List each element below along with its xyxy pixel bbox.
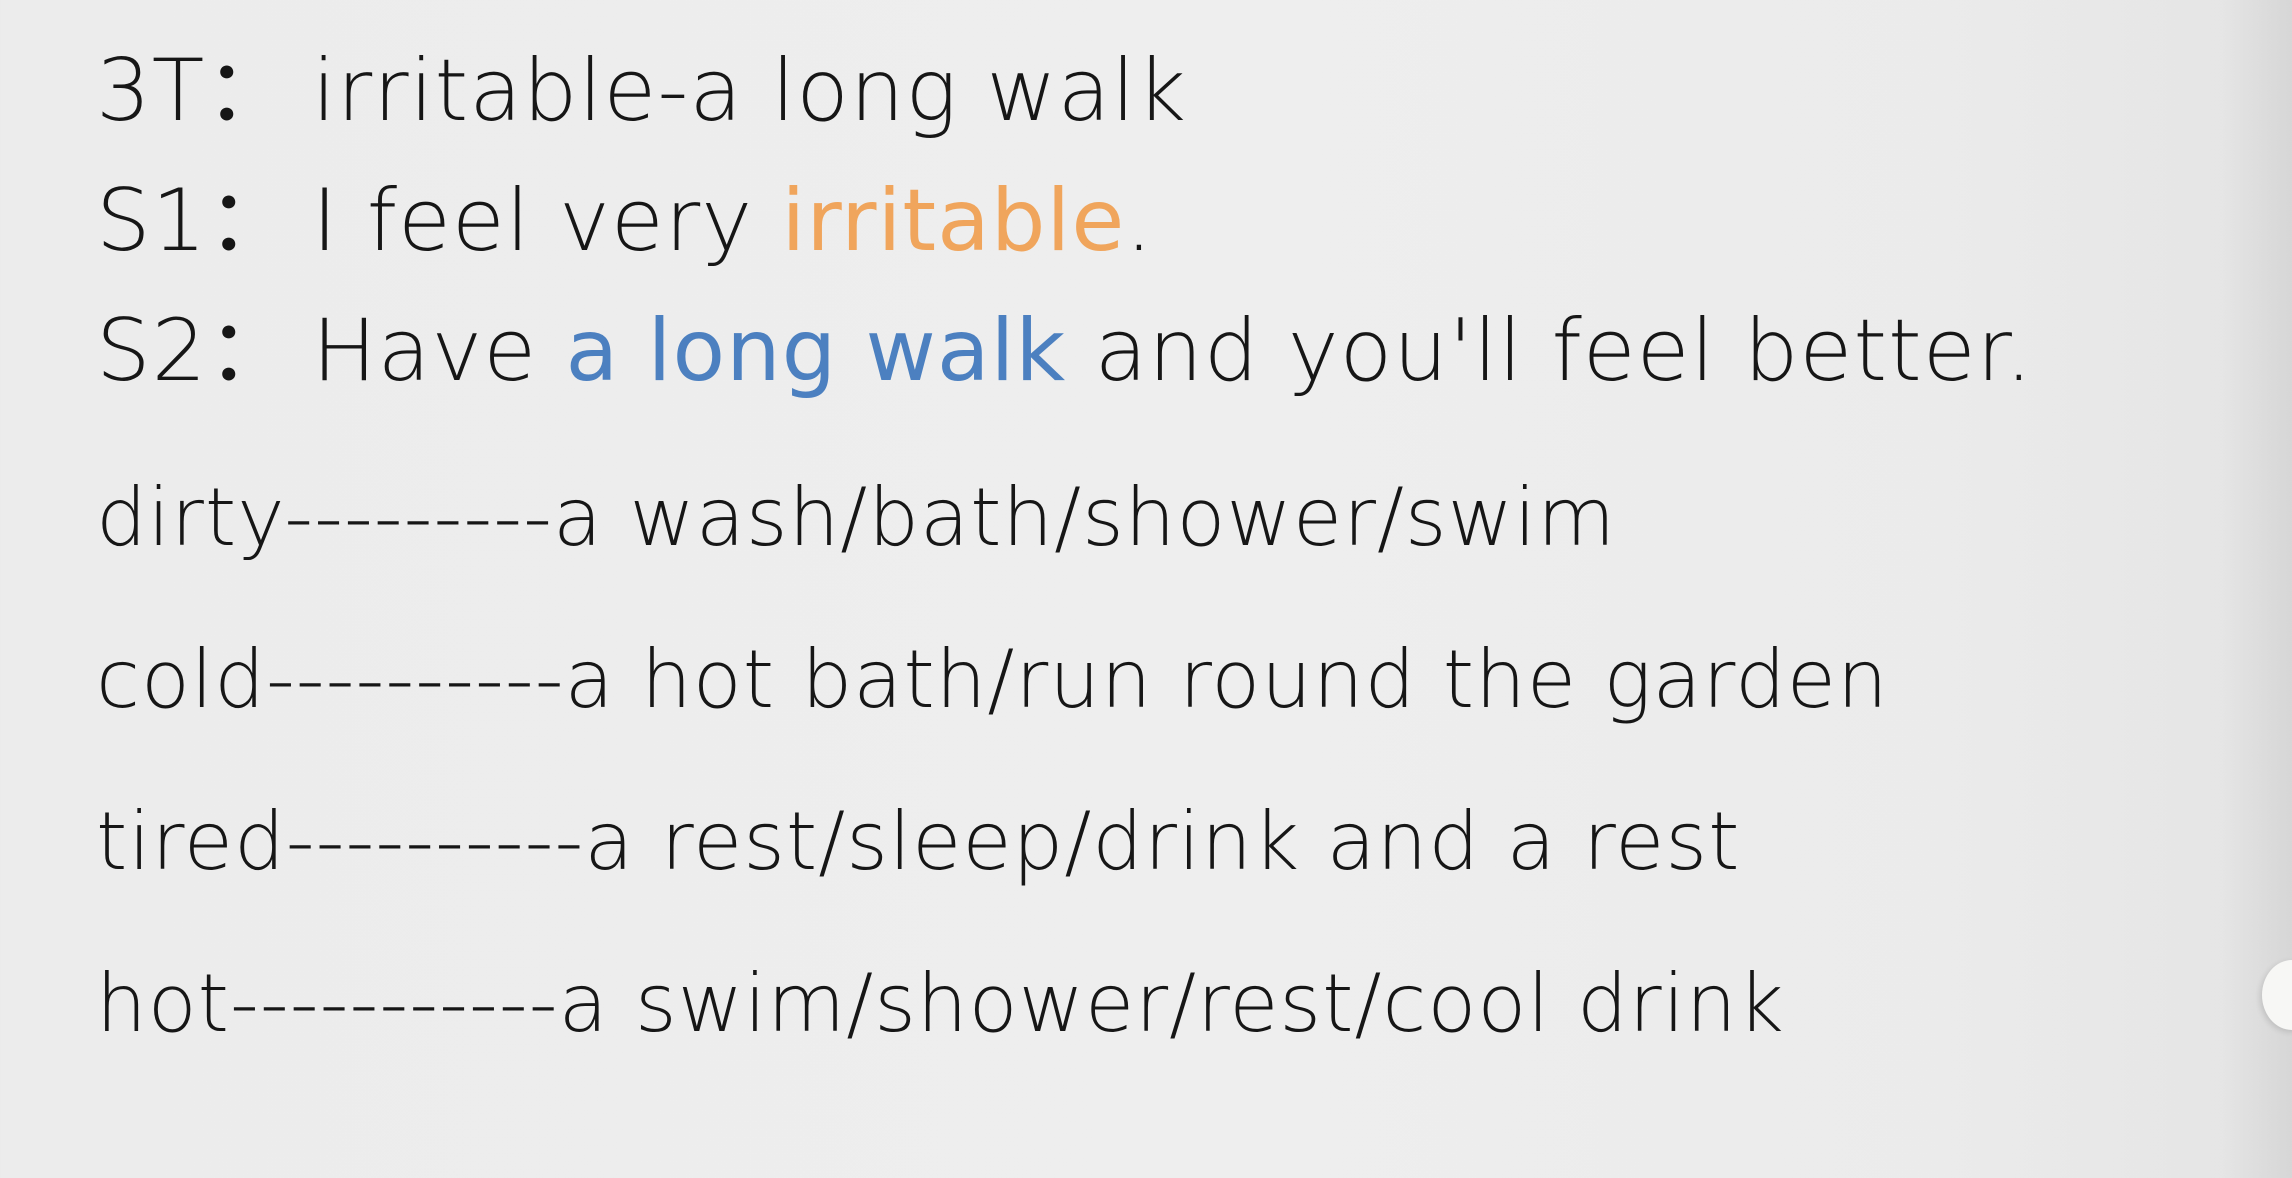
speaker-label: S2： bbox=[96, 301, 295, 401]
dialog-text: irritable-a long walk bbox=[312, 41, 1188, 141]
dialog-line-3t: 3T： irritable-a long walk bbox=[96, 48, 1187, 134]
vocab-pair-hot: hot-----------a swim/shower/rest/cool dr… bbox=[96, 964, 1785, 1044]
dash-separator: ----------- bbox=[230, 957, 559, 1050]
dialog-line-s2: S2： Have a long walk and you'll feel bett… bbox=[96, 308, 2033, 394]
highlight-keyword-irritable: irritable bbox=[781, 171, 1126, 271]
feeling-word: tired bbox=[96, 795, 286, 888]
remedy-list: a hot bath/run round the garden bbox=[564, 633, 1889, 726]
dialog-text: . bbox=[1125, 171, 1154, 271]
dialog-text: and you'll feel better. bbox=[1066, 301, 2034, 401]
dialog-text: Have bbox=[312, 301, 566, 401]
remedy-list: a rest/sleep/drink and a rest bbox=[584, 795, 1741, 888]
dash-separator: ---------- bbox=[265, 633, 565, 726]
remedy-list: a wash/bath/shower/swim bbox=[553, 471, 1617, 564]
dash-separator: --------- bbox=[284, 471, 554, 564]
dash-separator: ---------- bbox=[285, 795, 585, 888]
feeling-word: hot bbox=[96, 957, 231, 1050]
remedy-list: a swim/shower/rest/cool drink bbox=[558, 957, 1785, 1050]
slide: 3T： irritable-a long walk S1： I feel very … bbox=[0, 0, 2292, 1178]
vocab-pair-dirty: dirty---------a wash/bath/shower/swim bbox=[96, 478, 1616, 558]
vocab-pair-cold: cold----------a hot bath/run round the g… bbox=[96, 640, 1889, 720]
feeling-word: dirty bbox=[96, 471, 285, 564]
dialog-line-s1: S1： I feel very irritable. bbox=[96, 178, 1154, 264]
feeling-word: cold bbox=[96, 633, 266, 726]
speaker-label: S1： bbox=[96, 171, 295, 271]
vocab-pair-tired: tired----------a rest/sleep/drink and a … bbox=[96, 802, 1740, 882]
speaker-label: 3T： bbox=[96, 41, 293, 141]
highlight-phrase-long-walk: a long walk bbox=[565, 301, 1067, 401]
dialog-text: I feel very bbox=[312, 171, 782, 271]
